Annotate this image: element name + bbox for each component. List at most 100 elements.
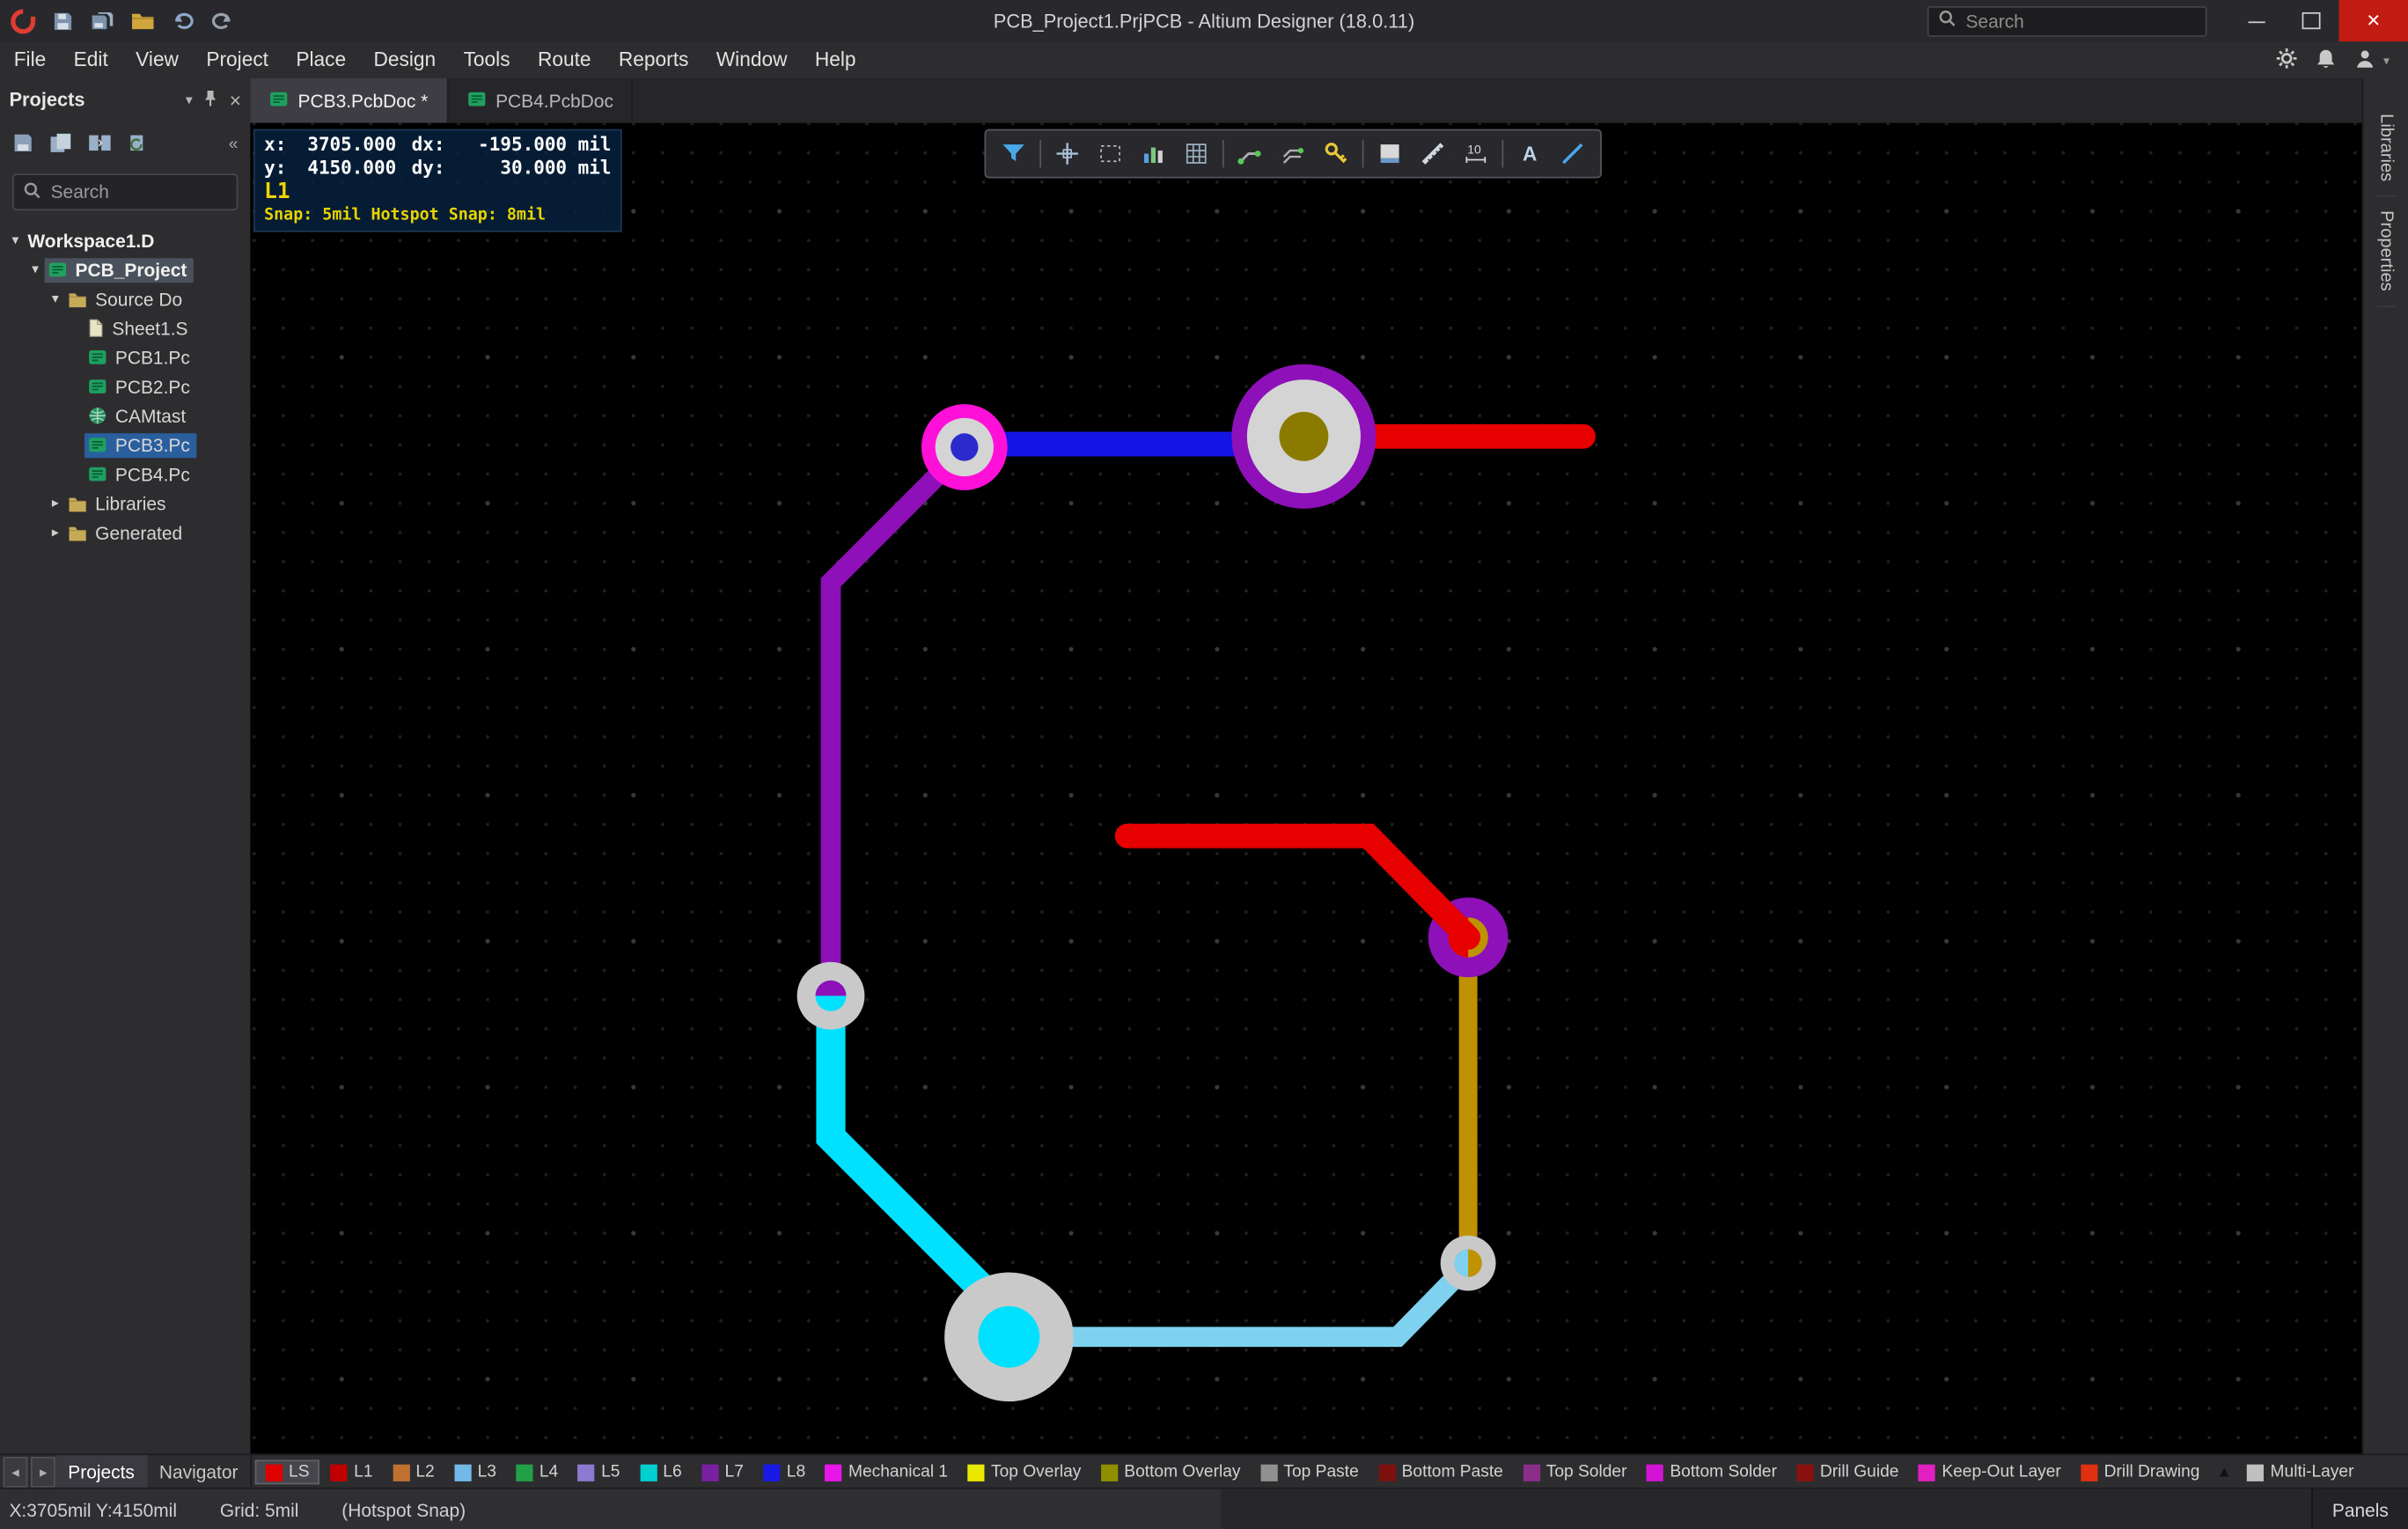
projects-search-input[interactable]: Search	[12, 173, 239, 210]
panels-button[interactable]: Panels	[2311, 1489, 2408, 1529]
menu-project[interactable]: Project	[193, 41, 283, 78]
panel-save-icon[interactable]	[12, 131, 33, 158]
dimension-icon[interactable]: 10	[1456, 134, 1495, 173]
place-line-icon[interactable]	[1553, 134, 1592, 173]
collapse-icon[interactable]: ▾	[26, 261, 45, 278]
menu-view[interactable]: View	[121, 41, 192, 78]
redo-icon[interactable]	[209, 7, 236, 34]
layer-tab-drill-drawing[interactable]: Drill Drawing	[2072, 1461, 2209, 1482]
layer-tab-top-solder[interactable]: Top Solder	[1514, 1461, 1636, 1482]
expand-icon[interactable]: ▸	[46, 495, 64, 511]
collapse-panel-icon[interactable]: «	[229, 136, 239, 154]
track-purple[interactable]	[831, 453, 960, 999]
user-account-icon[interactable]	[2354, 47, 2377, 73]
menu-file[interactable]: File	[0, 41, 60, 78]
snap-crosshair-icon[interactable]	[1047, 134, 1087, 173]
menu-edit[interactable]: Edit	[60, 41, 122, 78]
route-icon[interactable]	[1230, 134, 1270, 173]
open-documents-icon[interactable]	[49, 131, 72, 158]
tree-item-sheet1-s[interactable]: Sheet1.S	[0, 313, 250, 342]
refresh-documents-icon[interactable]	[128, 131, 149, 158]
layer-tab-bottom-paste[interactable]: Bottom Paste	[1369, 1461, 1512, 1482]
tree-item-pcb1-pc[interactable]: PCB1.Pc	[0, 342, 250, 371]
measure-ruler-icon[interactable]	[1413, 134, 1452, 173]
layer-tab-l5[interactable]: L5	[569, 1461, 628, 1482]
tree-item-pcb-project[interactable]: ▾PCB_Project	[0, 255, 250, 284]
filter-icon[interactable]	[994, 134, 1033, 173]
tree-item-pcb4-pc[interactable]: PCB4.Pc	[0, 459, 250, 489]
key-icon[interactable]	[1316, 134, 1355, 173]
layer-tab-l7[interactable]: L7	[693, 1461, 752, 1482]
board-insight-histogram-icon[interactable]	[1134, 134, 1173, 173]
tree-item-pcb2-pc[interactable]: PCB2.Pc	[0, 371, 250, 401]
layer-tab-l1[interactable]: L1	[322, 1461, 382, 1482]
notifications-bell-icon[interactable]	[2316, 47, 2336, 73]
tree-item-libraries[interactable]: ▸Libraries	[0, 489, 250, 518]
layer-tab-l6[interactable]: L6	[631, 1461, 691, 1482]
tab-projects[interactable]: Projects	[55, 1455, 147, 1489]
differential-route-icon[interactable]	[1274, 134, 1313, 173]
pin-icon[interactable]	[203, 88, 218, 111]
scroll-right-icon[interactable]: ►	[31, 1457, 55, 1488]
place-text-icon[interactable]: A	[1509, 134, 1549, 173]
tab-libraries[interactable]: Libraries	[2376, 99, 2395, 196]
pad-large-top[interactable]	[1280, 412, 1329, 461]
save-all-icon[interactable]	[89, 7, 116, 34]
menu-window[interactable]: Window	[702, 41, 801, 78]
doc-tab-pcb3[interactable]: PCB3.PcbDoc *	[250, 78, 448, 123]
titlebar-search-input[interactable]: Search	[1927, 5, 2207, 36]
close-panel-icon[interactable]: ×	[230, 88, 241, 111]
expand-icon[interactable]: ▸	[46, 524, 64, 540]
layer-tab-l4[interactable]: L4	[507, 1461, 567, 1482]
menu-route[interactable]: Route	[524, 41, 605, 78]
layer-tab-bottom-overlay[interactable]: Bottom Overlay	[1092, 1461, 1250, 1482]
menu-place[interactable]: Place	[283, 41, 360, 78]
layer-tab-drill-guide[interactable]: Drill Guide	[1788, 1461, 1908, 1482]
via-magenta-top[interactable]	[951, 433, 978, 460]
collapse-icon[interactable]: ▾	[46, 290, 64, 307]
layer-tab-ls[interactable]: LS	[255, 1459, 320, 1484]
maximize-button[interactable]	[2284, 0, 2339, 41]
panel-dropdown-icon[interactable]: ▾	[186, 92, 193, 108]
doc-tab-pcb4[interactable]: PCB4.PcbDoc	[448, 78, 634, 123]
save-icon[interactable]	[49, 7, 77, 34]
tree-item-camtast[interactable]: CAMtast	[0, 401, 250, 430]
tree-item-source-do[interactable]: ▾Source Do	[0, 284, 250, 313]
select-area-icon[interactable]	[1090, 134, 1130, 173]
grid-settings-icon[interactable]	[1177, 134, 1216, 173]
tab-properties[interactable]: Properties	[2376, 197, 2395, 307]
layer-tab-l3[interactable]: L3	[445, 1461, 505, 1482]
menu-reports[interactable]: Reports	[605, 41, 702, 78]
collapse-icon[interactable]: ▾	[6, 232, 25, 249]
tree-item-pcb3-pc[interactable]: PCB3.Pc	[0, 430, 250, 459]
layer-tab-l2[interactable]: L2	[384, 1461, 444, 1482]
layer-tab-top-overlay[interactable]: Top Overlay	[958, 1461, 1090, 1482]
scroll-left-icon[interactable]: ◄	[3, 1457, 27, 1488]
track-cyan[interactable]	[831, 989, 1006, 1312]
pad-large-bottom[interactable]	[979, 1306, 1040, 1368]
layer-tab-keep-out-layer[interactable]: Keep-Out Layer	[1910, 1461, 2071, 1482]
close-button[interactable]: ×	[2338, 0, 2408, 41]
compare-documents-icon[interactable]	[87, 131, 112, 158]
layer-stack-icon[interactable]	[1369, 134, 1409, 173]
layer-tab-bottom-solder[interactable]: Bottom Solder	[1638, 1461, 1787, 1482]
settings-gear-icon[interactable]	[2276, 47, 2297, 73]
menu-tools[interactable]: Tools	[450, 41, 524, 78]
minimize-button[interactable]	[2228, 0, 2284, 41]
layer-tab-mechanical-1[interactable]: Mechanical 1	[816, 1461, 957, 1482]
user-dropdown-caret-icon[interactable]: ▾	[2383, 53, 2390, 67]
undo-icon[interactable]	[169, 7, 196, 34]
menu-help[interactable]: Help	[801, 41, 870, 78]
layer-color-swatch	[701, 1464, 718, 1481]
tree-item-workspace1-d[interactable]: ▾Workspace1.D	[0, 226, 250, 255]
tree-item-generated[interactable]: ▸Generated	[0, 518, 250, 547]
tab-navigator[interactable]: Navigator	[147, 1455, 251, 1489]
layer-tab-top-paste[interactable]: Top Paste	[1252, 1461, 1368, 1482]
layer-tab-multi-layer[interactable]: Multi-Layer	[2238, 1461, 2363, 1482]
menu-design[interactable]: Design	[360, 41, 450, 78]
track-lightblue[interactable]	[1009, 1265, 1468, 1337]
pcb-canvas[interactable]: x: 3705.000 dx: -195.000 mil y: 4150.000…	[250, 123, 2361, 1454]
layer-tab-l8[interactable]: L8	[754, 1461, 814, 1482]
open-folder-icon[interactable]	[129, 7, 157, 34]
track-red-lower[interactable]	[1127, 836, 1468, 937]
